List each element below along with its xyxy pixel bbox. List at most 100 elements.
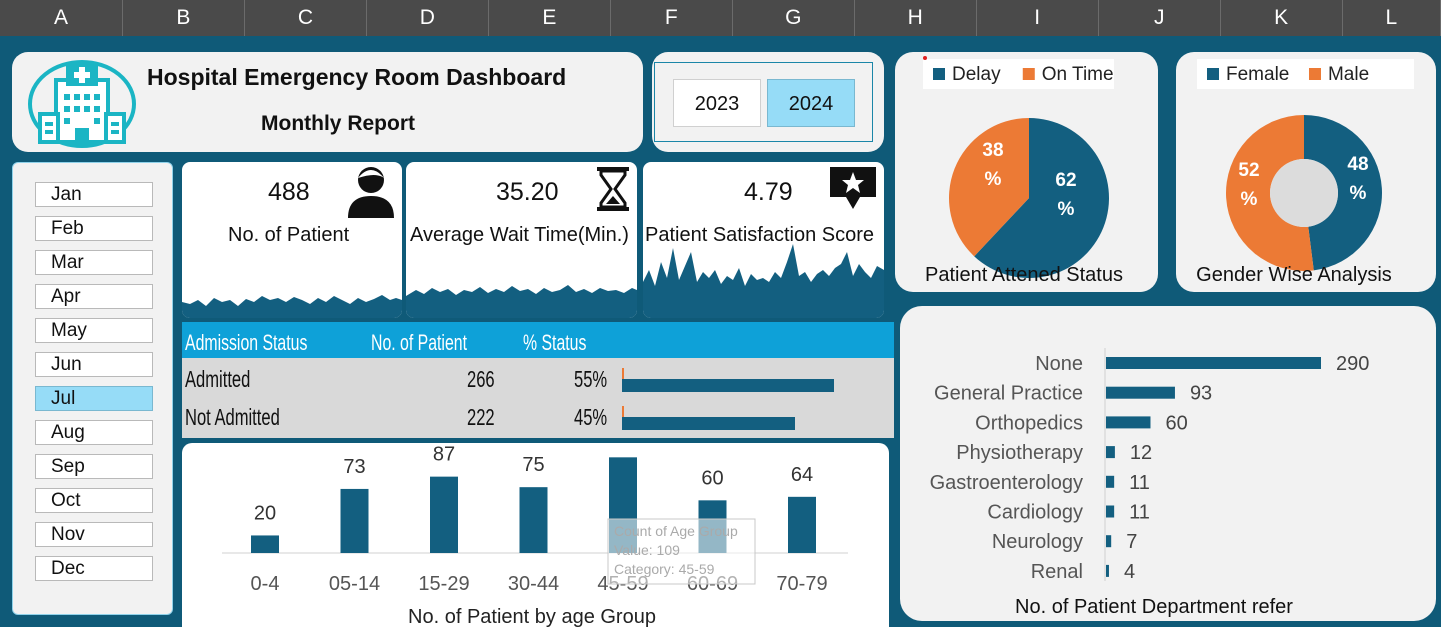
- age-bar-30-44[interactable]: [519, 487, 548, 553]
- year-slicer-panel: 2023 2024: [652, 52, 884, 152]
- month-button-nov[interactable]: Nov: [35, 522, 153, 547]
- dept-bar[interactable]: [1106, 535, 1112, 548]
- column-header-g[interactable]: G: [733, 0, 855, 36]
- month-button-oct[interactable]: Oct: [35, 488, 153, 513]
- dept-value-label: 4: [1124, 561, 1135, 583]
- age-bar-05-14[interactable]: [340, 488, 369, 553]
- star-speech-icon: [830, 167, 876, 209]
- slice-value-label: 52: [1238, 160, 1259, 181]
- legend-label: Female: [1226, 64, 1289, 85]
- age-value-label: 87: [433, 444, 455, 466]
- tooltip-line-3: Category: 45-59: [614, 561, 715, 577]
- age-category-label: 0-4: [251, 573, 280, 595]
- month-button-apr[interactable]: Apr: [35, 284, 153, 309]
- patients-sparkline: [182, 295, 402, 318]
- dept-bar[interactable]: [1106, 475, 1115, 488]
- kpi-card-patients: 488 No. of Patient: [182, 162, 402, 318]
- column-header-e[interactable]: E: [489, 0, 611, 36]
- column-header-c[interactable]: C: [245, 0, 367, 36]
- admission-table-body: Admitted 266 55% Not Admitted 222 45%: [182, 358, 894, 438]
- kpi-card-wait: 35.20 Average Wait Time(Min.): [406, 162, 637, 318]
- dept-value-label: 11: [1129, 502, 1150, 524]
- slice-value-label: 62: [1055, 170, 1076, 191]
- chart-title: Patient Attened Status: [925, 264, 1123, 286]
- column-header-k[interactable]: K: [1221, 0, 1343, 36]
- column-header-a[interactable]: A: [0, 0, 123, 36]
- dept-category-label: Neurology: [992, 531, 1083, 553]
- department-panel: None 290 General Practice 93 Orthopedics 60 Ph…: [900, 306, 1436, 621]
- year-button-2023[interactable]: 2023: [673, 79, 761, 127]
- hourglass-icon: [597, 167, 629, 211]
- month-button-dec[interactable]: Dec: [35, 556, 153, 581]
- dept-bar[interactable]: [1106, 357, 1321, 369]
- legend-swatch: [1207, 68, 1219, 80]
- dept-value-label: 93: [1190, 383, 1212, 405]
- gender-panel: Female Male 48% 52% Gender Wise Analysis: [1176, 52, 1436, 292]
- month-button-jan[interactable]: Jan: [35, 182, 153, 207]
- legend-label: On Time: [1042, 64, 1114, 85]
- dept-bar[interactable]: [1106, 564, 1109, 577]
- slice-value-label: 48: [1347, 154, 1368, 175]
- dept-bar[interactable]: [1106, 386, 1175, 399]
- dept-value-label: 290: [1336, 353, 1369, 375]
- tooltip-line-2: Value: 109: [614, 542, 680, 558]
- month-button-sep[interactable]: Sep: [35, 454, 153, 479]
- month-button-aug[interactable]: Aug: [35, 420, 153, 445]
- month-button-may[interactable]: May: [35, 318, 153, 343]
- dept-category-label: Cardiology: [987, 502, 1083, 524]
- column-header-f[interactable]: F: [611, 0, 733, 36]
- chart-title: Gender Wise Analysis: [1196, 264, 1392, 286]
- satisfaction-sparkline: [643, 244, 884, 318]
- age-value-label: 60: [701, 467, 723, 489]
- month-button-jun[interactable]: Jun: [35, 352, 153, 377]
- age-bar-70-79[interactable]: [788, 496, 816, 553]
- age-category-label: 30-44: [508, 573, 559, 595]
- hospital-icon: [28, 60, 136, 148]
- dept-category-label: General Practice: [934, 383, 1083, 405]
- legend-swatch: [933, 68, 945, 80]
- month-button-feb[interactable]: Feb: [35, 216, 153, 241]
- age-value-label: 64: [791, 464, 813, 486]
- year-button-2024[interactable]: 2024: [767, 79, 855, 127]
- column-header-h[interactable]: H: [855, 0, 977, 36]
- month-button-jul[interactable]: Jul: [35, 386, 153, 411]
- legend-label: Delay: [952, 64, 1001, 85]
- column-header-bar: ABCDEFGHIJKL: [0, 0, 1441, 36]
- column-header-l[interactable]: L: [1343, 0, 1441, 36]
- admission-header-status: Admission Status: [185, 330, 308, 355]
- dashboard-title: Hospital Emergency Room Dashboard: [147, 64, 567, 90]
- age-bar-0-4[interactable]: [251, 535, 279, 553]
- dept-bar[interactable]: [1106, 416, 1151, 429]
- dept-category-label: Orthopedics: [975, 412, 1083, 434]
- red-marker-dot: [923, 56, 927, 60]
- dept-value-label: 11: [1129, 472, 1150, 494]
- title-panel: Hospital Emergency Room Dashboard Monthl…: [12, 52, 643, 152]
- month-button-mar[interactable]: Mar: [35, 250, 153, 275]
- month-slicer-panel: Jan Feb Mar Apr May Jun Jul Aug Sep Oct Nov Dec: [12, 162, 173, 615]
- slice-percent-label: %: [1350, 183, 1367, 204]
- column-header-i[interactable]: I: [977, 0, 1099, 36]
- dashboard-subtitle: Monthly Report: [261, 112, 415, 135]
- admission-data-bar: [622, 379, 834, 392]
- dept-bar[interactable]: [1106, 446, 1115, 459]
- kpi-wait-value: 35.20: [496, 178, 559, 206]
- slice-percent-label: %: [1058, 199, 1075, 220]
- legend-swatch: [1022, 68, 1035, 80]
- dept-bar[interactable]: [1106, 505, 1115, 518]
- age-bar-15-29[interactable]: [430, 476, 458, 553]
- admission-header-count: No. of Patient: [371, 330, 467, 355]
- column-header-d[interactable]: D: [367, 0, 489, 36]
- age-value-label: 20: [254, 502, 276, 524]
- dept-value-label: 60: [1165, 412, 1187, 434]
- attend-status-panel: Delay On Time 62% 38% Patient Attened Status: [895, 52, 1158, 292]
- column-header-j[interactable]: J: [1099, 0, 1221, 36]
- column-header-b[interactable]: B: [123, 0, 245, 36]
- age-chart-tooltip: Count of Age Group Value: 109 Category: 45…: [607, 518, 756, 585]
- age-value-label: 75: [522, 454, 544, 476]
- dept-value-label: 12: [1130, 442, 1152, 464]
- department-chart: None 290 General Practice 93 Orthopedics 60 Ph…: [930, 348, 1369, 618]
- admission-count-cell: 222: [467, 404, 495, 430]
- slice-value-label: 38: [982, 140, 1003, 161]
- admission-pct-cell: 45%: [574, 404, 608, 430]
- admission-table-header: Admission Status No. of Patient % Status: [182, 322, 894, 358]
